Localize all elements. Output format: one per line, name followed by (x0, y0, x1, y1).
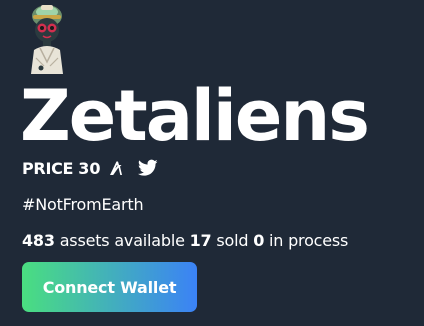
price-row: PRICE 30 (22, 156, 159, 180)
connect-wallet-button[interactable]: Connect Wallet (22, 262, 197, 312)
algorand-icon (108, 160, 124, 176)
price-value: 30 (78, 158, 101, 178)
price-label: PRICE (22, 158, 74, 178)
alien-avatar-image (31, 5, 63, 74)
sold-text: sold (211, 231, 254, 250)
collection-stats: 483 assets available 17 sold 0 in proces… (22, 230, 348, 252)
collection-title: Zetaliens (20, 75, 370, 157)
in-process-count: 0 (253, 231, 265, 250)
collection-avatar (22, 2, 72, 74)
twitter-icon[interactable] (138, 159, 159, 177)
available-count: 483 (22, 231, 55, 250)
available-text: assets available (54, 231, 190, 250)
sold-count: 17 (189, 231, 212, 250)
collection-hashtag: #NotFromEarth (22, 195, 144, 214)
in-process-text: in process (264, 231, 349, 250)
